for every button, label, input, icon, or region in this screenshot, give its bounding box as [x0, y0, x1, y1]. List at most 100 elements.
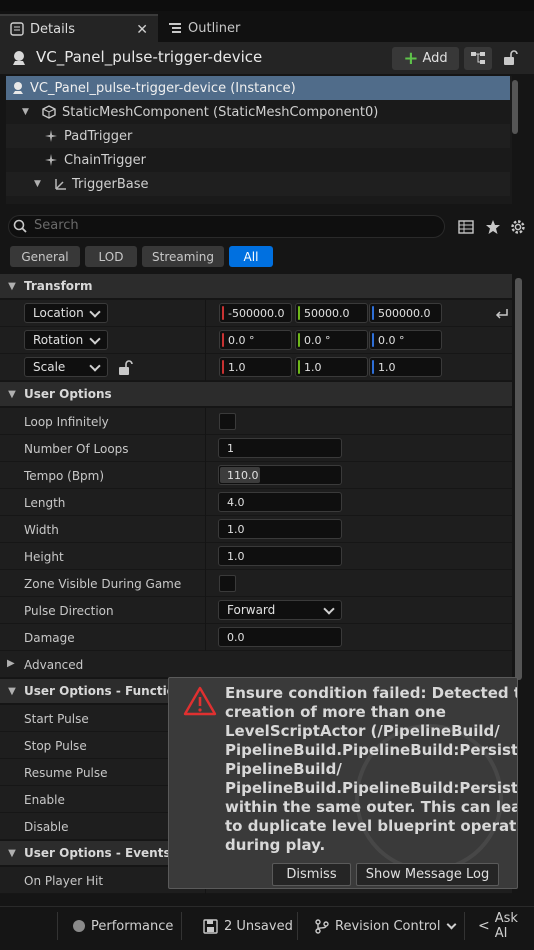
tree-item-chaintrigger[interactable]: ChainTrigger	[6, 148, 510, 172]
loop-infinitely-checkbox[interactable]	[219, 413, 236, 430]
function-label: Stop Pulse	[24, 739, 87, 753]
property-label: Number Of Loops	[24, 442, 129, 456]
unsaved-label: 2 Unsaved	[224, 918, 293, 934]
scale-label: Scale	[33, 360, 66, 374]
scale-x-field[interactable]: 1.0	[219, 357, 292, 377]
scene-component-icon	[54, 177, 72, 191]
function-label: Enable	[24, 793, 65, 807]
scale-row: Scale 1.0 1.0 1.0	[0, 354, 512, 381]
tab-outliner-label: Outliner	[188, 20, 241, 36]
search-icon	[13, 219, 27, 236]
unlock-icon[interactable]	[117, 360, 133, 379]
number-of-loops-row: Number Of Loops 1	[0, 435, 512, 462]
damage-field[interactable]: 0.0	[218, 627, 342, 647]
tempo-row: Tempo (Bpm) 110.0	[0, 462, 512, 489]
length-field[interactable]: 4.0	[218, 492, 342, 512]
blueprint-button[interactable]	[464, 47, 492, 70]
event-label: On Player Hit	[24, 874, 104, 888]
tree-item-padtrigger[interactable]: PadTrigger	[6, 124, 510, 148]
section-title: User Options	[24, 387, 112, 401]
rotation-mode-select[interactable]: Rotation	[24, 330, 108, 350]
pulse-direction-value: Forward	[227, 603, 276, 617]
property-label: Pulse Direction	[24, 604, 114, 618]
location-z-field[interactable]: 500000.0	[369, 303, 442, 323]
add-component-button[interactable]: + Add	[392, 47, 459, 70]
revision-control-button[interactable]: Revision Control	[315, 906, 457, 946]
scale-y-field[interactable]: 1.0	[295, 357, 368, 377]
property-label: Width	[24, 523, 59, 537]
collapse-triangle-icon: ▼	[8, 280, 16, 292]
rotation-y-field[interactable]: 0.0 °	[295, 330, 368, 350]
filter-streaming[interactable]: Streaming	[142, 246, 224, 267]
close-icon[interactable]: ✕	[136, 22, 148, 38]
ask-ai-button[interactable]: < Ask AI	[478, 906, 534, 946]
section-user-options[interactable]: ▼ User Options	[0, 382, 512, 406]
hierarchy-icon	[471, 52, 485, 64]
function-label: Start Pulse	[24, 712, 89, 726]
reset-icon[interactable]	[495, 307, 509, 322]
collapse-triangle-icon[interactable]: ▼	[22, 107, 42, 117]
tree-scrollbar[interactable]	[512, 80, 518, 134]
location-x-field[interactable]: -500000.0	[219, 303, 292, 323]
column-divider	[205, 462, 206, 489]
rotation-z-field[interactable]: 0.0 °	[369, 330, 442, 350]
filter-lod[interactable]: LOD	[85, 246, 137, 267]
location-mode-select[interactable]: Location	[24, 303, 108, 323]
filter-all[interactable]: All	[229, 246, 273, 267]
tempo-value: 110.0	[227, 468, 259, 482]
scale-mode-select[interactable]: Scale	[24, 357, 108, 377]
tab-outliner[interactable]: Outliner	[160, 14, 278, 42]
loop-infinitely-row: Loop Infinitely	[0, 408, 512, 435]
chevron-down-icon	[89, 333, 101, 345]
actor-name: VC_Panel_pulse-trigger-device	[36, 48, 263, 66]
collapse-triangle-icon[interactable]: ▼	[34, 179, 54, 189]
status-separator	[57, 912, 58, 940]
dismiss-button[interactable]: Dismiss	[272, 863, 351, 886]
error-message: Ensure condition failed: Detected the cr…	[225, 684, 518, 855]
error-message-line: PipelineBuild/	[225, 760, 342, 778]
height-field[interactable]: 1.0	[218, 546, 342, 566]
tree-item-instance[interactable]: VC_Panel_pulse-trigger-device (Instance)	[6, 76, 510, 100]
revision-control-label: Revision Control	[335, 918, 441, 934]
collapse-triangle-icon: ▼	[8, 847, 16, 859]
advanced-row[interactable]: ▶ Advanced	[0, 651, 512, 678]
show-message-log-button[interactable]: Show Message Log	[356, 863, 499, 886]
tab-details[interactable]: Details ✕	[0, 14, 158, 42]
column-divider	[205, 516, 206, 543]
table-view-icon[interactable]	[458, 219, 474, 238]
column-divider	[205, 597, 206, 624]
lock-icon[interactable]	[502, 50, 518, 69]
performance-button[interactable]: Performance	[73, 906, 173, 946]
branch-icon	[315, 918, 329, 934]
filter-general[interactable]: General	[10, 246, 80, 267]
unsaved-button[interactable]: 2 Unsaved	[203, 906, 293, 946]
length-row: Length 4.0	[0, 489, 512, 516]
width-field[interactable]: 1.0	[218, 519, 342, 539]
pulse-direction-select[interactable]: Forward	[218, 600, 342, 620]
tempo-slider[interactable]: 110.0	[218, 465, 342, 485]
plus-icon: +	[403, 47, 419, 69]
rotation-row: Rotation 0.0 ° 0.0 ° 0.0 °	[0, 327, 512, 354]
location-row: Location -500000.0 50000.0 500000.0	[0, 300, 512, 327]
error-message-line: Ensure condition failed: Detected the	[225, 684, 518, 702]
star-icon[interactable]	[485, 219, 501, 238]
details-scrollbar[interactable]	[515, 278, 522, 680]
tree-item-label: StaticMeshComponent (StaticMeshComponent…	[62, 104, 379, 120]
details-icon	[10, 22, 24, 36]
status-separator	[297, 912, 298, 940]
location-y-field[interactable]: 50000.0	[295, 303, 368, 323]
column-divider	[205, 624, 206, 651]
height-row: Height 1.0	[0, 543, 512, 570]
gear-icon[interactable]	[509, 218, 527, 239]
number-of-loops-field[interactable]: 1	[218, 438, 342, 458]
tree-item-triggerbase[interactable]: ▼ TriggerBase	[6, 172, 510, 196]
chevron-down-icon	[89, 306, 101, 318]
tree-item-label: VC_Panel_pulse-trigger-device (Instance)	[30, 80, 296, 96]
property-label: Height	[24, 550, 64, 564]
section-transform[interactable]: ▼ Transform	[0, 274, 512, 298]
scale-z-field[interactable]: 1.0	[369, 357, 442, 377]
rotation-x-field[interactable]: 0.0 °	[219, 330, 292, 350]
zone-visible-checkbox[interactable]	[219, 575, 236, 592]
tree-item-staticmesh[interactable]: ▼ StaticMeshComponent (StaticMeshCompone…	[6, 100, 510, 124]
error-notification: Ensure condition failed: Detected the cr…	[168, 677, 518, 889]
